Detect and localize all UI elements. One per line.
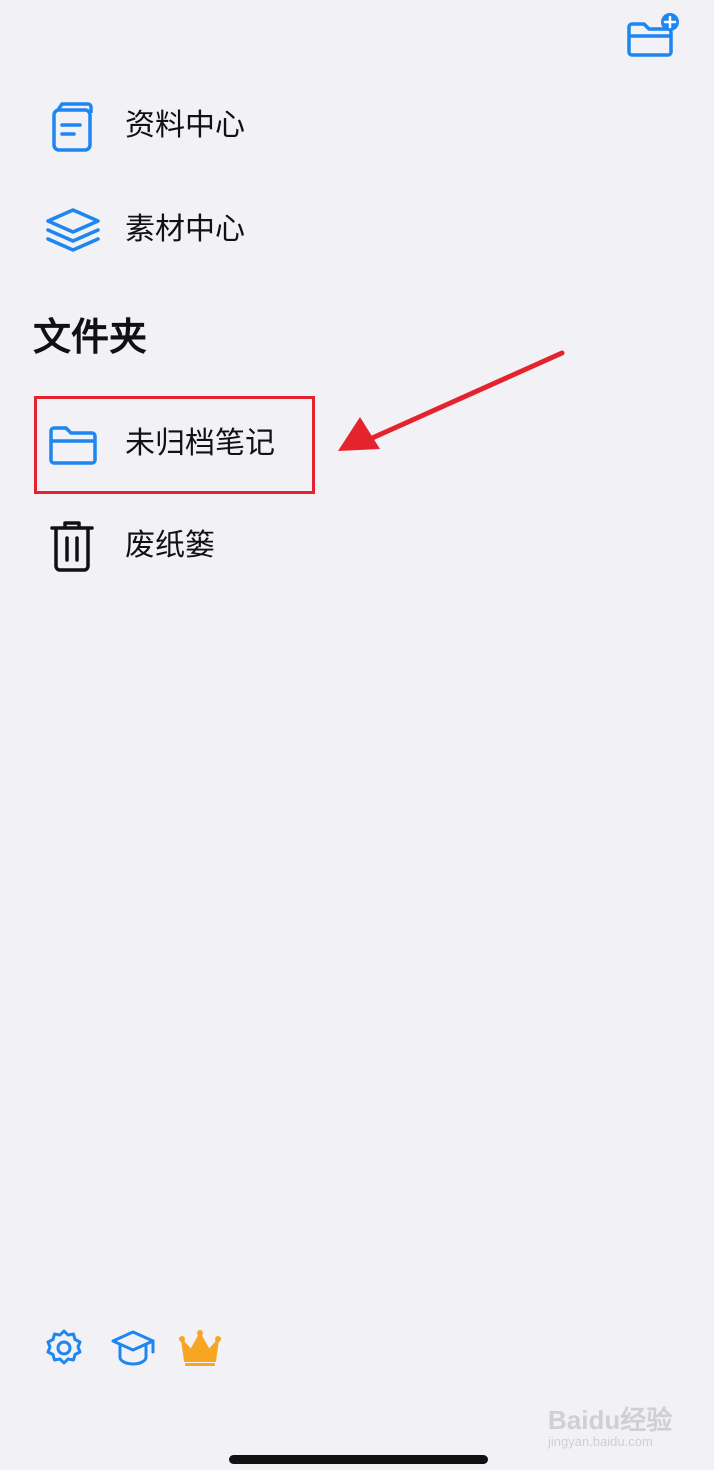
layers-icon <box>44 206 102 254</box>
folder-item-label: 废纸篓 <box>125 528 215 563</box>
folder-item-trash[interactable]: 废纸篓 <box>40 516 340 576</box>
settings-button[interactable] <box>44 1328 84 1368</box>
trash-icon <box>50 518 94 574</box>
nav-item-label: 资料中心 <box>125 108 245 143</box>
watermark-brand: Baidu经验 <box>548 1405 673 1435</box>
gear-icon <box>46 1329 82 1365</box>
watermark-url: jingyan.baidu.com <box>548 1434 653 1449</box>
book-icon <box>48 100 96 154</box>
graduation-cap-icon <box>111 1330 155 1366</box>
section-title-folders: 文件夹 <box>33 315 148 359</box>
tutorial-button[interactable] <box>110 1328 156 1368</box>
new-folder-button[interactable] <box>624 12 682 58</box>
premium-button[interactable] <box>178 1328 222 1368</box>
nav-item-resource-center[interactable]: 资料中心 <box>40 96 440 156</box>
folder-plus-icon <box>627 13 679 57</box>
nav-item-material-center[interactable]: 素材中心 <box>40 200 440 260</box>
annotation-arrow-icon <box>330 345 570 465</box>
nav-item-label: 素材中心 <box>125 212 245 247</box>
home-indicator[interactable] <box>229 1455 488 1464</box>
crown-icon <box>179 1330 221 1366</box>
annotation-highlight-box <box>34 396 315 494</box>
